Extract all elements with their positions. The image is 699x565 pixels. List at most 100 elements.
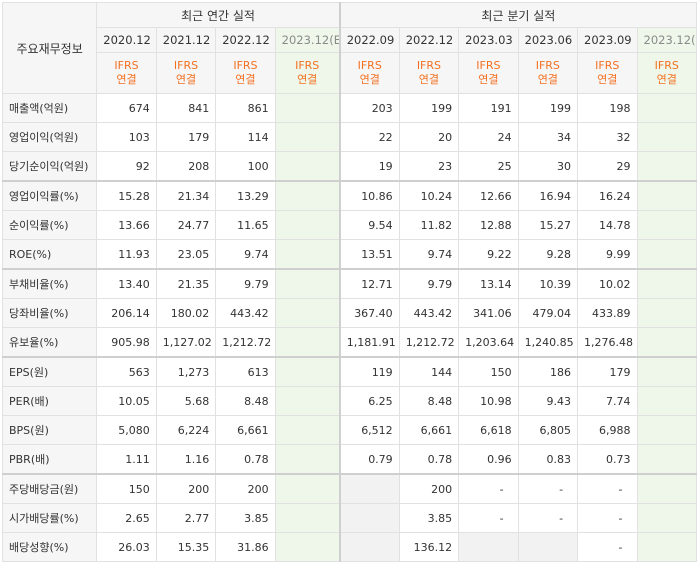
table-cell: 16.24	[577, 180, 638, 211]
table-cell: 208	[155, 151, 217, 182]
table-cell: 841	[155, 93, 217, 123]
period-header-row: 2020.12 2021.12 2022.12 2023.12(E) 2022.09 20…	[3, 27, 697, 53]
table-cell: 9.43	[517, 386, 579, 416]
table-cell	[636, 298, 697, 328]
table-cell: 10.24	[398, 180, 460, 211]
period-header-quarter-0: 2022.09	[338, 27, 400, 53]
table-cell: 1.11	[96, 444, 157, 475]
table-cell: 24	[458, 122, 519, 152]
basis-header-row: IFRS 연결 IFRS 연결 IFRS 연결 IFRS 연결 IFRS 연결 IFRS 연결 IFRS…	[3, 52, 697, 94]
table-row: 영업이익(억원) 103 179 114 22 20 24 34 32	[1, 122, 697, 152]
basis-consolidation-label: 연결	[418, 73, 440, 86]
table-cell: 206.14	[96, 298, 157, 328]
table-cell	[274, 386, 341, 416]
row-label: 배당성향(%)	[1, 532, 98, 562]
table-cell: 0.79	[338, 444, 400, 475]
table-cell: 23.05	[155, 239, 217, 270]
table-cell: 0.73	[577, 444, 638, 475]
table-cell: 1,127.02	[155, 327, 217, 358]
table-cell: 203	[338, 93, 400, 123]
table-cell: -	[458, 503, 519, 533]
table-cell: 1.16	[155, 444, 217, 475]
table-cell: 8.48	[215, 386, 276, 416]
table-row: 유보율(%) 905.98 1,127.02 1,212.72 1,181.91 1,21…	[1, 327, 697, 358]
table-cell: 3.85	[398, 503, 460, 533]
quarter-section-title: 최근 분기 실적	[338, 2, 697, 28]
row-label: 당기순이익(억원)	[1, 151, 98, 182]
table-cell	[338, 473, 400, 504]
basis-standard-label: IFRS	[114, 59, 139, 72]
row-label: 매출액(억원)	[1, 93, 98, 123]
financial-summary-table: 주요재무정보 최근 연간 실적 최근 분기 실적 2020.12 2021.12 2…	[1, 2, 697, 562]
period-header-annual-0: 2020.12	[96, 27, 157, 53]
table-cell: 14.78	[577, 210, 638, 240]
table-cell: 11.65	[215, 210, 276, 240]
period-header-quarter-3: 2023.06	[517, 27, 579, 53]
table-cell: 5.68	[155, 386, 217, 416]
table-cell	[274, 93, 341, 123]
table-cell: 1,212.72	[215, 327, 276, 358]
table-cell	[274, 239, 341, 270]
period-header-quarter-5: 2023.12(E)	[636, 27, 697, 53]
table-cell: 6,805	[517, 415, 579, 445]
table-row: 순이익률(%) 13.66 24.77 11.65 9.54 11.82 12.88 15.2…	[1, 210, 697, 240]
table-cell: 905.98	[96, 327, 157, 358]
table-cell: 16.94	[517, 180, 579, 211]
table-cell: 1,276.48	[577, 327, 638, 358]
row-label: EPS(원)	[1, 356, 98, 387]
table-row: 부채비율(%) 13.40 21.35 9.79 12.71 9.79 13.14 10.39…	[1, 268, 697, 299]
table-header: 주요재무정보 최근 연간 실적 최근 분기 실적 2020.12 2021.12 2…	[1, 2, 697, 94]
table-cell: 20	[398, 122, 460, 152]
row-label: PER(배)	[1, 386, 98, 416]
basis-standard-label: IFRS	[173, 59, 199, 72]
table-row: BPS(원) 5,080 6,224 6,661 6,512 6,661 6,618 6,80…	[1, 415, 697, 445]
table-cell: 9.79	[398, 268, 460, 299]
table-cell: 13.66	[96, 210, 157, 240]
table-cell: 15.28	[96, 180, 157, 211]
table-cell: 6,512	[338, 415, 400, 445]
table-cell: 5,080	[96, 415, 157, 445]
table-cell	[274, 473, 341, 504]
row-label: 당좌비율(%)	[1, 298, 98, 328]
basis-consolidation-label: 연결	[116, 73, 137, 86]
table-cell: 200	[155, 473, 217, 504]
table-cell	[636, 503, 697, 533]
basis-header-quarter-1: IFRS 연결	[398, 52, 460, 94]
basis-header-quarter-4: IFRS 연결	[577, 52, 638, 94]
basis-standard-label: IFRS	[233, 59, 258, 72]
table-cell: -	[577, 532, 638, 562]
table-cell	[274, 151, 341, 182]
table-cell	[636, 180, 697, 211]
table-cell	[274, 210, 341, 240]
row-label-header: 주요재무정보	[1, 2, 98, 94]
table-row: 시가배당률(%) 2.65 2.77 3.85 3.85- - -	[1, 503, 697, 533]
table-cell: 179	[577, 356, 638, 387]
table-cell: 443.42	[398, 298, 460, 328]
table-cell: 198	[577, 93, 638, 123]
table-cell: 119	[338, 356, 400, 387]
basis-standard-label: IFRS	[595, 59, 620, 72]
table-cell	[274, 444, 341, 475]
table-body: 매출액(억원) 674 841 861 203 199 191 199 198 영업이익(억원) 1…	[1, 93, 697, 562]
row-label: 유보율(%)	[1, 327, 98, 358]
table-cell: 199	[517, 93, 579, 123]
period-header-quarter-2: 2023.03	[458, 27, 519, 53]
basis-standard-label: IFRS	[476, 59, 501, 72]
table-cell: 199	[398, 93, 460, 123]
period-header-annual-1: 2021.12	[155, 27, 217, 53]
period-header-quarter-4: 2023.09	[577, 27, 638, 53]
table-cell: 200	[398, 473, 460, 504]
table-cell: 34	[517, 122, 579, 152]
basis-consolidation-label: 연결	[478, 73, 499, 86]
basis-consolidation-label: 연결	[235, 73, 256, 86]
basis-header-quarter-5: IFRS 연결	[636, 52, 697, 94]
table-cell: 10.86	[338, 180, 400, 211]
row-label: 영업이익(억원)	[1, 122, 98, 152]
table-cell: 26.03	[96, 532, 157, 562]
table-cell: 341.06	[458, 298, 519, 328]
table-cell: 2.77	[155, 503, 217, 533]
basis-header-annual-0: IFRS 연결	[96, 52, 157, 94]
table-cell: 9.22	[458, 239, 519, 270]
table-cell: 8.48	[398, 386, 460, 416]
table-cell: 13.40	[96, 268, 157, 299]
